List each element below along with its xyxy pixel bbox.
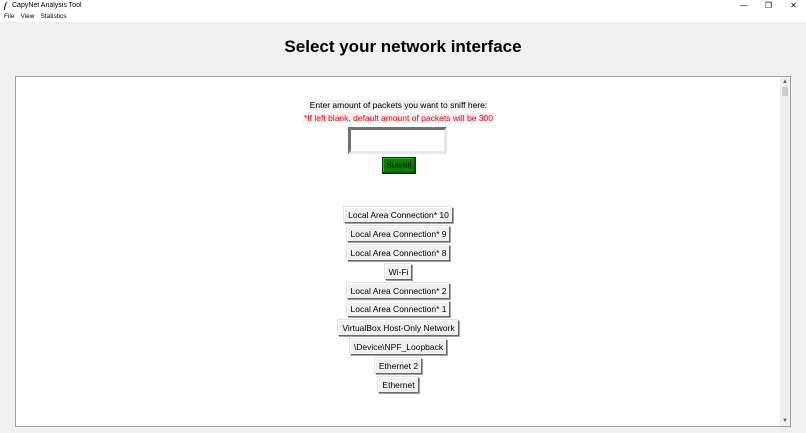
interface-button-virtualbox-host-only[interactable]: VirtualBox Host-Only Network [338,320,459,337]
close-button[interactable]: ✕ [781,0,806,12]
interface-button-local-area-connection-8[interactable]: Local Area Connection* 8 [346,244,451,261]
interface-button-local-area-connection-2[interactable]: Local Area Connection* 2 [346,282,451,299]
interface-button-local-area-connection-9[interactable]: Local Area Connection* 9 [346,225,451,242]
interface-button-wifi[interactable]: Wi-Fi [384,263,413,280]
submit-button[interactable]: Submit [382,157,416,174]
menu-statistics[interactable]: Statistics [37,12,69,22]
bottom-strip [0,427,806,433]
default-packets-note: *If left blank, default amount of packet… [0,112,797,124]
feather-icon [1,0,11,12]
window-title: CapyNet Analysis Tool [12,2,82,9]
interface-button-ethernet-2[interactable]: Ethernet 2 [374,358,423,375]
interface-list: Local Area Connection* 10 Local Area Con… [0,207,797,396]
interface-button-local-area-connection-10[interactable]: Local Area Connection* 10 [344,207,453,223]
restore-button[interactable]: ❐ [756,0,781,12]
packet-count-label: Enter amount of packets you want to snif… [0,99,797,111]
packet-count-input[interactable] [348,127,447,154]
interface-button-ethernet[interactable]: Ethernet [378,377,419,394]
menu-bar: File View Statistics [0,12,806,22]
interface-button-local-area-connection-1[interactable]: Local Area Connection* 1 [346,301,451,318]
chevron-up-icon[interactable]: ▲ [780,77,790,87]
interface-button-npf-loopback[interactable]: \Device\NPF_Loopback [349,339,448,356]
default-packets-note-text: *If left blank, default amount of packet… [302,113,494,123]
minimize-button[interactable]: — [731,0,756,12]
page-title: Select your network interface [284,37,522,56]
window-controls: — ❐ ✕ [731,0,806,12]
scroll-thumb[interactable] [782,87,788,96]
menu-file[interactable]: File [0,12,17,22]
title-bar: CapyNet Analysis Tool — ❐ ✕ [0,0,806,12]
chevron-down-icon[interactable]: ▼ [780,416,790,426]
packet-count-label-text: Enter amount of packets you want to snif… [308,100,489,110]
menu-view[interactable]: View [17,12,37,22]
